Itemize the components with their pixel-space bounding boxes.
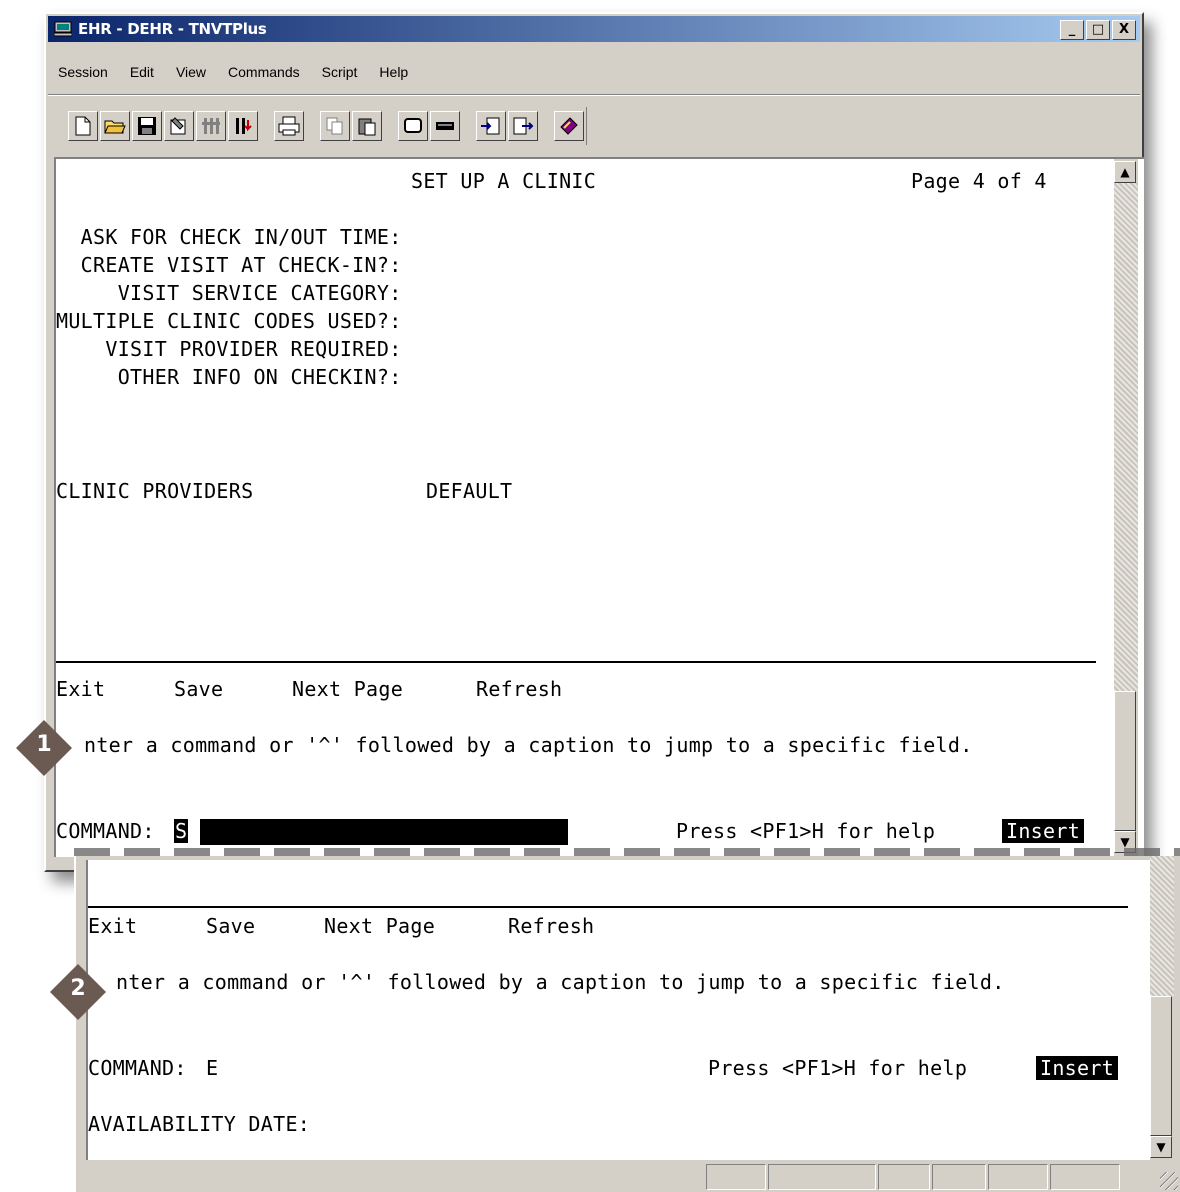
vertical-scrollbar[interactable]: ▲ ▼	[1114, 159, 1138, 857]
clinic-providers-label: CLINIC PROVIDERS	[56, 479, 254, 503]
status-bar	[86, 1164, 1180, 1192]
scroll-track	[1150, 856, 1174, 996]
scroll-up-icon[interactable]: ▲	[1114, 161, 1136, 183]
save-icon[interactable]	[132, 111, 162, 141]
command-input[interactable]: E	[206, 1056, 218, 1080]
action-exit[interactable]: Exit	[56, 677, 105, 701]
computer-icon	[54, 21, 72, 37]
connect-icon[interactable]	[196, 111, 226, 141]
command-input-field[interactable]	[200, 819, 568, 845]
copy-icon[interactable]	[320, 111, 350, 141]
minimize-button[interactable]: _	[1060, 20, 1084, 40]
availability-date-prompt: AVAILABILITY DATE:	[88, 1112, 311, 1136]
terminal-screen-zoomed[interactable]: Exit Save Next Page Refresh nter a comma…	[86, 860, 1151, 1160]
disconnect-icon[interactable]	[228, 111, 258, 141]
title-bar[interactable]: EHR - DEHR - TNVTPlus _ □ X	[48, 16, 1140, 42]
scroll-track	[1114, 183, 1138, 691]
field-label: CREATE VISIT AT CHECK-IN?:	[56, 253, 402, 277]
status-cell	[932, 1164, 986, 1190]
menu-separator	[48, 94, 1140, 96]
status-cell	[988, 1164, 1048, 1190]
page-indicator: Page 4 of 4	[911, 169, 1047, 193]
callout-number: 2	[70, 976, 86, 1001]
divider	[88, 906, 1128, 908]
callout-2: 2	[48, 962, 108, 1022]
action-refresh[interactable]: Refresh	[508, 914, 594, 938]
help-hint: Press <PF1>H for help	[708, 1056, 968, 1080]
action-save[interactable]: Save	[206, 914, 255, 938]
scroll-thumb[interactable]	[1114, 691, 1136, 831]
scroll-down-icon[interactable]: ▼	[1150, 1136, 1172, 1158]
default-label: DEFAULT	[426, 479, 513, 503]
status-cell	[768, 1164, 876, 1190]
action-save[interactable]: Save	[174, 677, 223, 701]
insert-mode-badge: Insert	[1002, 819, 1085, 843]
keyboard-icon[interactable]	[430, 111, 460, 141]
status-cell	[878, 1164, 930, 1190]
open-folder-icon[interactable]	[100, 111, 130, 141]
menu-bar: Session Edit View Commands Script Help	[58, 60, 408, 86]
action-next-page[interactable]: Next Page	[292, 677, 403, 701]
maximize-button[interactable]: □	[1086, 20, 1110, 40]
close-button[interactable]: X	[1112, 20, 1136, 40]
menu-edit[interactable]: Edit	[130, 60, 154, 86]
field-label: VISIT SERVICE CATEGORY:	[56, 281, 402, 305]
field-label: MULTIPLE CLINIC CODES USED?:	[56, 309, 402, 333]
insert-mode-badge: Insert	[1036, 1056, 1119, 1080]
menu-session[interactable]: Session	[58, 60, 108, 86]
window-title: EHR - DEHR - TNVTPlus	[78, 20, 267, 38]
callout-1: 1	[14, 718, 74, 778]
new-file-icon[interactable]	[68, 111, 98, 141]
action-refresh[interactable]: Refresh	[476, 677, 562, 701]
field-label: VISIT PROVIDER REQUIRED:	[56, 337, 402, 361]
terminal-window: EHR - DEHR - TNVTPlus _ □ X Session Edit…	[44, 12, 1144, 872]
command-label: COMMAND:	[56, 819, 155, 843]
status-cell	[1050, 1164, 1120, 1190]
instruction-text: nter a command or '^' followed by a capt…	[116, 970, 1005, 994]
toolbar	[68, 106, 647, 146]
field-label: OTHER INFO ON CHECKIN?:	[56, 365, 402, 389]
status-cell	[706, 1164, 766, 1190]
terminal-screen[interactable]: SET UP A CLINIC Page 4 of 4 ASK FOR CHEC…	[54, 157, 1144, 857]
help-hint: Press <PF1>H for help	[676, 819, 936, 843]
help-book-icon[interactable]	[554, 111, 584, 141]
action-exit[interactable]: Exit	[88, 914, 137, 938]
receive-file-icon[interactable]	[508, 111, 538, 141]
menu-commands[interactable]: Commands	[228, 60, 300, 86]
properties-icon[interactable]	[164, 111, 194, 141]
resize-grip-icon[interactable]	[1160, 1172, 1178, 1190]
screen-icon[interactable]	[398, 111, 428, 141]
menu-view[interactable]: View	[176, 60, 206, 86]
terminal-window-zoomed: Exit Save Next Page Refresh nter a comma…	[74, 856, 1180, 1192]
paste-icon[interactable]	[352, 111, 382, 141]
vertical-scrollbar[interactable]: ▼	[1150, 856, 1174, 1160]
screen-heading: SET UP A CLINIC	[411, 169, 597, 193]
send-file-icon[interactable]	[476, 111, 506, 141]
command-label: COMMAND:	[88, 1056, 187, 1080]
callout-number: 1	[36, 732, 52, 757]
print-icon[interactable]	[274, 111, 304, 141]
instruction-text: nter a command or '^' followed by a capt…	[84, 733, 973, 757]
command-input[interactable]: S	[174, 819, 189, 843]
menu-script[interactable]: Script	[322, 60, 358, 86]
action-next-page[interactable]: Next Page	[324, 914, 435, 938]
field-label: ASK FOR CHECK IN/OUT TIME:	[56, 225, 402, 249]
divider	[56, 661, 1096, 663]
scroll-thumb[interactable]	[1150, 996, 1172, 1136]
menu-help[interactable]: Help	[379, 60, 408, 86]
